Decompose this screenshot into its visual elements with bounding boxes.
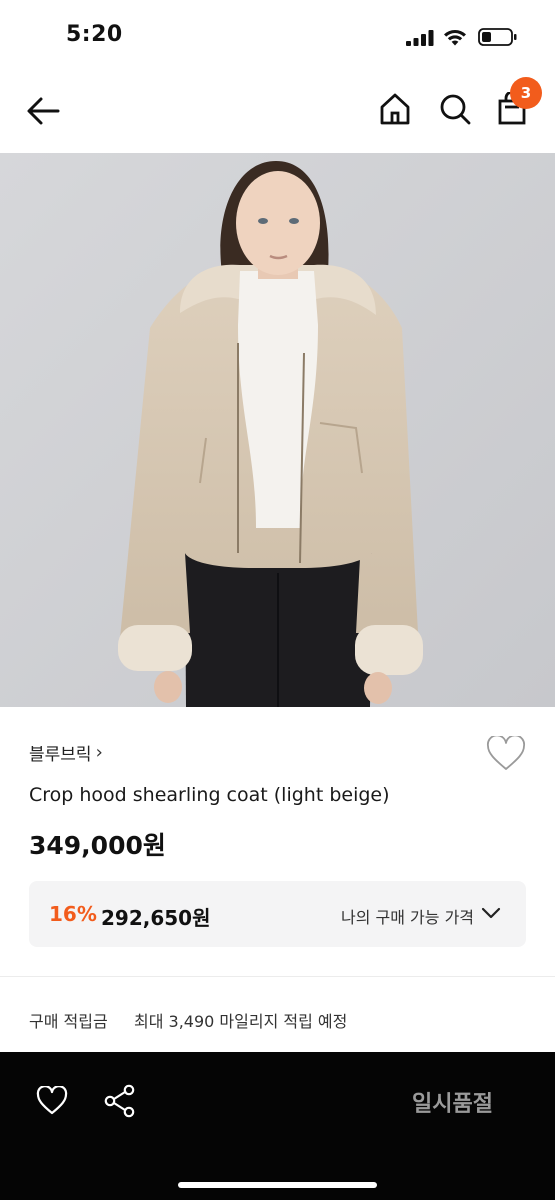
- points-label: 구매 적립금: [29, 1012, 108, 1031]
- sold-out-button[interactable]: 일시품절: [380, 1072, 525, 1132]
- wifi-icon: [444, 29, 466, 46]
- back-arrow-icon[interactable]: [24, 93, 64, 129]
- status-time: 5:20: [66, 22, 123, 47]
- points-value: 최대 3,490 마일리지 적립 예정: [134, 1012, 348, 1031]
- cellular-signal-icon: [406, 30, 434, 46]
- my-price-label: 나의 구매 가능 가격: [341, 908, 475, 927]
- home-icon[interactable]: [378, 92, 412, 126]
- share-icon[interactable]: [104, 1084, 136, 1118]
- cart-count-badge: 3: [510, 77, 542, 109]
- heart-icon[interactable]: [36, 1086, 68, 1116]
- product-photo[interactable]: [0, 153, 555, 707]
- chevron-down-icon: [481, 907, 501, 919]
- bottom-action-bar: 일시품절: [0, 1052, 555, 1200]
- battery-icon: [478, 28, 517, 46]
- product-photo-illustration: [0, 153, 555, 707]
- chevron-right-icon: ›: [95, 742, 103, 763]
- top-nav-bar: 3: [0, 75, 555, 153]
- my-price-dropdown[interactable]: 16% 292,650원 나의 구매 가능 가격: [29, 881, 526, 947]
- search-icon[interactable]: [438, 92, 472, 126]
- status-bar: 5:20: [0, 0, 555, 75]
- product-name: Crop hood shearling coat (light beige): [29, 784, 390, 806]
- brand-name: 블루브릭: [29, 745, 92, 765]
- discount-price: 292,650원: [101, 906, 211, 930]
- heart-icon[interactable]: [486, 736, 526, 772]
- product-price: 349,000원: [29, 831, 166, 860]
- home-indicator: [178, 1182, 377, 1188]
- brand-link[interactable]: 블루브릭 ›: [29, 740, 103, 765]
- discount-rate: 16%: [49, 902, 97, 926]
- section-divider: [0, 976, 555, 977]
